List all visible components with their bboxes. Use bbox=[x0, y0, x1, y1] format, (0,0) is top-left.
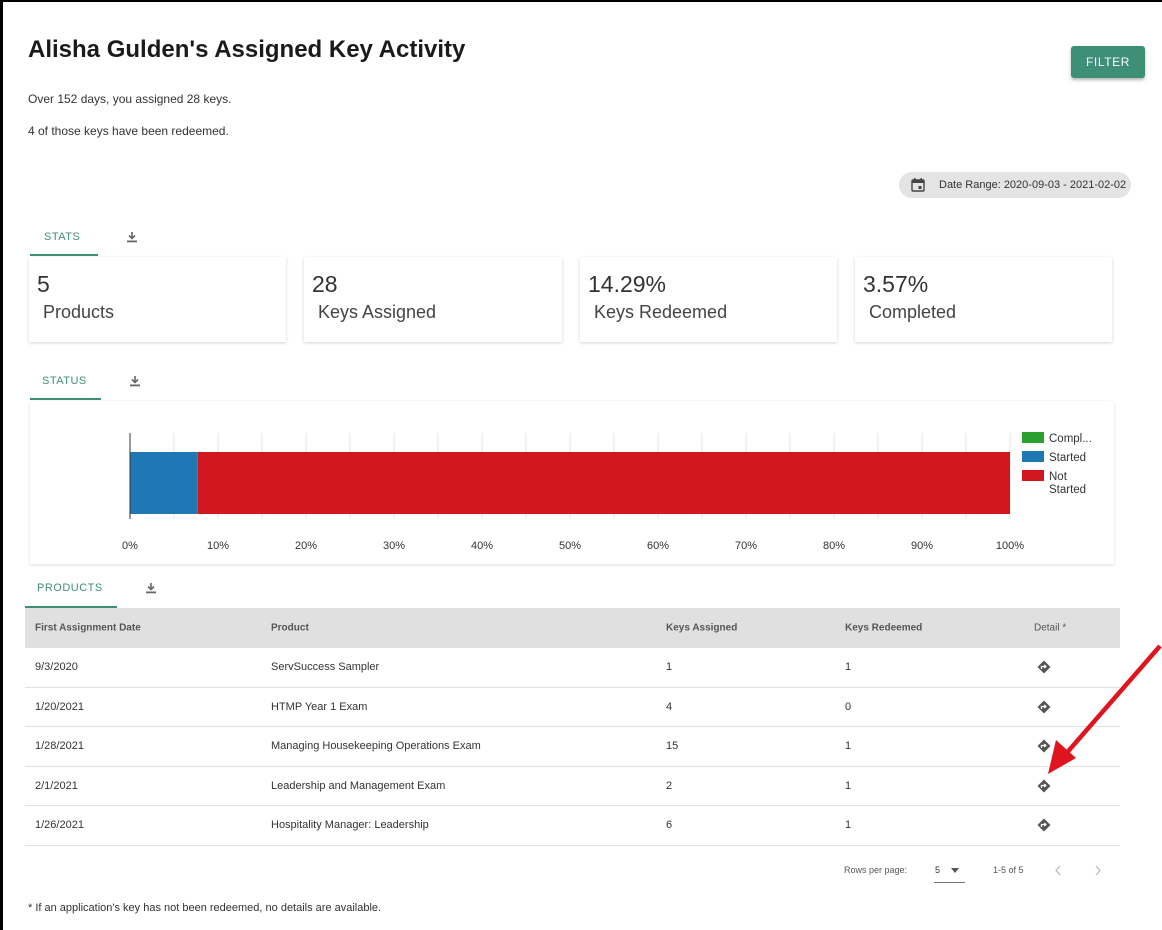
table-row: 2/1/2021 Leadership and Management Exam … bbox=[25, 767, 1120, 806]
cell-product: Managing Housekeeping Operations Exam bbox=[271, 740, 481, 753]
stat-card-products: 5 Products bbox=[29, 257, 286, 342]
cell-date: 2/1/2021 bbox=[35, 779, 78, 792]
stat-value: 5 bbox=[37, 271, 50, 297]
cell-keys-redeemed: 1 bbox=[845, 779, 852, 792]
tab-products[interactable]: PRODUCTS bbox=[37, 582, 103, 594]
rows-per-page-value: 5 bbox=[935, 865, 941, 875]
detail-directions-icon[interactable] bbox=[1037, 818, 1051, 832]
cell-keys-assigned: 1 bbox=[666, 661, 673, 674]
date-range-label: Date Range: 2020-09-03 - 2021-02-02 bbox=[939, 179, 1127, 191]
tab-status[interactable]: STATUS bbox=[42, 375, 87, 387]
stat-label: Completed bbox=[869, 302, 957, 322]
legend-label: Not bbox=[1049, 471, 1068, 483]
annotation-arrow-shaft bbox=[1062, 644, 1162, 758]
tab-status-indicator bbox=[30, 398, 101, 400]
cell-product: HTMP Year 1 Exam bbox=[271, 700, 368, 713]
cell-keys-redeemed: 1 bbox=[845, 819, 852, 832]
calendar-icon bbox=[911, 178, 925, 192]
cell-keys-assigned: 15 bbox=[666, 740, 679, 753]
previous-page-icon[interactable] bbox=[1054, 865, 1062, 876]
stat-card-keys-redeemed: 14.29% Keys Redeemed bbox=[580, 257, 837, 342]
tab-stats-indicator bbox=[30, 254, 98, 256]
annotation-arrow bbox=[1048, 644, 1162, 774]
download-stats-icon[interactable] bbox=[126, 231, 138, 243]
legend-label: Started bbox=[1049, 484, 1086, 496]
stat-label: Keys Redeemed bbox=[594, 302, 728, 322]
legend-label: Started bbox=[1049, 452, 1086, 464]
x-tick-label: 50% bbox=[559, 540, 581, 552]
cell-product: Hospitality Manager: Leadership bbox=[271, 819, 429, 832]
x-tick-label: 60% bbox=[647, 540, 669, 552]
col-keys-assigned[interactable]: Keys Assigned bbox=[666, 623, 737, 634]
x-tick-label: 10% bbox=[207, 540, 229, 552]
cell-product: ServSuccess Sampler bbox=[271, 661, 380, 674]
stat-value: 14.29% bbox=[588, 271, 667, 297]
download-status-icon[interactable] bbox=[129, 375, 141, 387]
table-row: 1/20/2021 HTMP Year 1 Exam 4 0 bbox=[25, 688, 1120, 727]
pagination-range: 1-5 of 5 bbox=[993, 865, 1024, 875]
x-tick-label: 90% bbox=[911, 540, 933, 552]
page-title: Alisha Gulden's Assigned Key Activity bbox=[28, 36, 466, 63]
x-tick-label: 70% bbox=[735, 540, 757, 552]
summary-redeemed: 4 of those keys have been redeemed. bbox=[28, 124, 229, 138]
status-chart-svg: 0% 10% 20% 30% 40% 50% 60% 70% 80% 90% 100% Compl..… bbox=[122, 432, 1092, 552]
table-row: 9/3/2020 ServSuccess Sampler 1 1 bbox=[25, 648, 1120, 688]
stat-card-keys-assigned: 28 Keys Assigned bbox=[304, 257, 562, 342]
x-tick-label: 20% bbox=[295, 540, 317, 552]
cell-date: 1/28/2021 bbox=[35, 740, 84, 753]
rows-per-page-label: Rows per page: bbox=[844, 865, 908, 875]
x-tick-label: 40% bbox=[471, 540, 493, 552]
table-row: 1/26/2021 Hospitality Manager: Leadershi… bbox=[25, 806, 1120, 846]
status-chart: 0% 10% 20% 30% 40% 50% 60% 70% 80% 90% 100% Compl..… bbox=[30, 401, 1114, 564]
x-tick-label: 100% bbox=[996, 540, 1024, 552]
next-page-icon[interactable] bbox=[1094, 865, 1102, 876]
cell-date: 1/20/2021 bbox=[35, 700, 84, 713]
stat-label: Keys Assigned bbox=[318, 302, 437, 322]
filter-button[interactable]: FILTER bbox=[1071, 46, 1145, 78]
legend-swatch bbox=[1022, 470, 1044, 481]
download-products-icon[interactable] bbox=[145, 582, 157, 594]
cell-keys-assigned: 6 bbox=[666, 819, 673, 832]
legend-label: Compl... bbox=[1049, 433, 1092, 445]
products-table: First Assignment Date Product Keys Assig… bbox=[25, 608, 1120, 846]
chevron-down-icon bbox=[951, 868, 959, 873]
tab-stats[interactable]: STATS bbox=[44, 231, 80, 243]
bar-segment-1 bbox=[130, 452, 198, 514]
cell-product: Leadership and Management Exam bbox=[271, 779, 446, 792]
cell-keys-redeemed: 0 bbox=[845, 700, 852, 713]
x-tick-label: 0% bbox=[122, 540, 138, 552]
cell-keys-redeemed: 1 bbox=[845, 661, 852, 674]
col-keys-redeemed[interactable]: Keys Redeemed bbox=[845, 623, 922, 634]
col-first-assignment-date[interactable]: First Assignment Date bbox=[35, 623, 141, 634]
table-row: 1/28/2021 Managing Housekeeping Operatio… bbox=[25, 727, 1120, 767]
stat-value: 3.57% bbox=[863, 271, 929, 297]
x-tick-label: 80% bbox=[823, 540, 845, 552]
stat-value: 28 bbox=[312, 271, 338, 297]
footnote: * If an application's key has not been r… bbox=[28, 902, 382, 914]
x-tick-label: 30% bbox=[383, 540, 405, 552]
cell-keys-redeemed: 1 bbox=[845, 740, 852, 753]
col-detail: Detail * bbox=[1034, 622, 1067, 634]
cell-date: 9/3/2020 bbox=[35, 661, 78, 674]
col-product[interactable]: Product bbox=[271, 623, 309, 634]
date-range-chip[interactable]: Date Range: 2020-09-03 - 2021-02-02 bbox=[899, 172, 1131, 198]
bar-segment-2 bbox=[197, 452, 1010, 514]
legend-swatch bbox=[1022, 432, 1044, 443]
stat-card-completed: 3.57% Completed bbox=[855, 257, 1112, 342]
cell-keys-assigned: 2 bbox=[666, 779, 673, 792]
cell-date: 1/26/2021 bbox=[35, 819, 84, 832]
table-header: First Assignment Date Product Keys Assig… bbox=[25, 608, 1120, 648]
legend-swatch bbox=[1022, 451, 1044, 462]
cell-keys-assigned: 4 bbox=[666, 700, 673, 713]
rows-per-page-select[interactable]: 5 bbox=[934, 859, 965, 883]
stat-label: Products bbox=[43, 302, 115, 322]
summary-assigned: Over 152 days, you assigned 28 keys. bbox=[28, 92, 232, 106]
